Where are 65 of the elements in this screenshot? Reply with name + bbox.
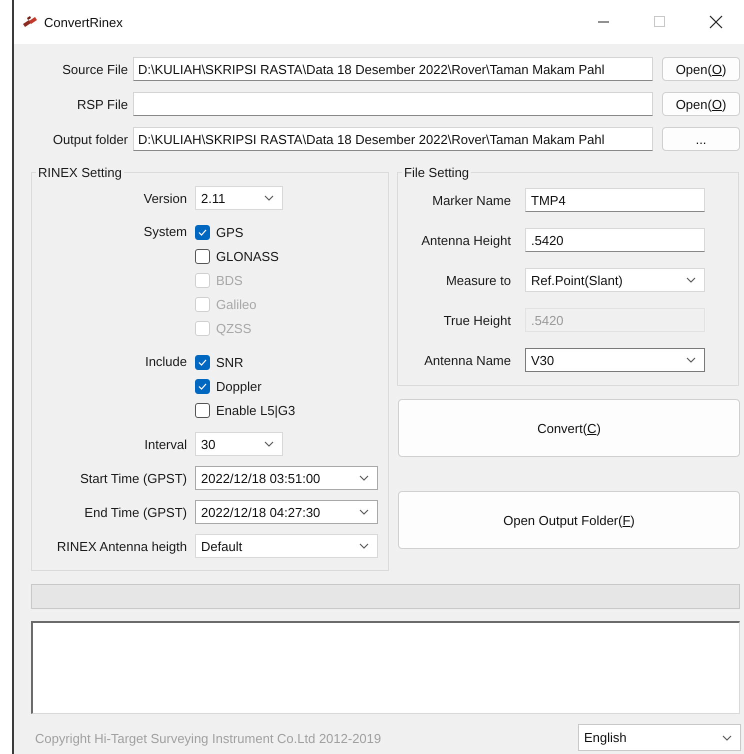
chevron-down-icon xyxy=(359,475,369,481)
dropdown[interactable]: V30 xyxy=(525,348,705,372)
field-label: True Height xyxy=(442,312,511,328)
path-field[interactable]: D:\KULIAH\SKRIPSI RASTA\Data 18 Desember 2022\Rover\Taman Makam Pahl xyxy=(133,127,653,151)
field-label: Antenna Height xyxy=(420,232,511,248)
text-field: .5420 xyxy=(525,308,705,332)
dropdown[interactable]: Default xyxy=(195,534,378,558)
maximize-icon xyxy=(654,16,666,28)
checkbox-label: BDS xyxy=(216,272,243,288)
app-icon xyxy=(22,15,38,29)
chevron-down-icon xyxy=(686,277,696,283)
check-icon xyxy=(198,382,207,390)
text-field[interactable]: TMP4 xyxy=(525,188,705,212)
checkbox-label: SNR xyxy=(216,354,244,370)
checkbox-label: QZSS xyxy=(216,320,252,336)
field-label: Include xyxy=(144,353,187,369)
browse-button[interactable]: ... xyxy=(662,127,740,151)
chevron-down-icon xyxy=(359,543,369,549)
check-icon xyxy=(198,228,207,236)
group-title: File Setting xyxy=(403,165,470,180)
field-label: Interval xyxy=(143,436,187,452)
field-label: System xyxy=(142,223,187,239)
dropdown[interactable]: 2.11 xyxy=(195,186,283,210)
chevron-down-icon xyxy=(264,441,274,447)
browse-button[interactable]: Open(O) xyxy=(662,92,740,116)
field-label: Version xyxy=(142,190,187,206)
checkbox-label: Galileo xyxy=(216,296,256,312)
checkbox[interactable] xyxy=(195,248,210,264)
field-label: Start Time (GPST) xyxy=(79,470,187,486)
language-dropdown[interactable]: English xyxy=(578,724,741,751)
field-label: Source File xyxy=(61,62,129,76)
checkbox-label: GPS xyxy=(216,224,244,240)
field-label: Antenna Name xyxy=(423,352,511,368)
field-label: RINEX Antenna heigth xyxy=(56,538,187,554)
dropdown[interactable]: Ref.Point(Slant) xyxy=(525,268,705,292)
path-field[interactable] xyxy=(133,92,653,116)
action-button[interactable]: Open Output Folder(F) xyxy=(398,491,740,549)
text-field[interactable]: .5420 xyxy=(525,228,705,252)
chevron-down-icon xyxy=(359,509,369,515)
action-button[interactable]: Convert(C) xyxy=(398,399,740,457)
check-icon xyxy=(198,358,207,366)
path-field[interactable]: D:\KULIAH\SKRIPSI RASTA\Data 18 Desember 2022\Rover\Taman Makam Pahl xyxy=(133,57,653,81)
field-label: Measure to xyxy=(444,272,511,288)
browse-button[interactable]: Open(O) xyxy=(662,57,740,81)
chevron-down-icon xyxy=(686,357,696,363)
checkbox[interactable] xyxy=(195,224,210,240)
checkbox-label: Doppler xyxy=(216,378,262,394)
field-label: Marker Name xyxy=(431,192,511,208)
checkbox-label: Enable L5|G3 xyxy=(216,402,296,418)
date-time-picker[interactable]: 2022/12/18 03:51:00 xyxy=(195,466,378,490)
field-label: Output folder xyxy=(52,132,129,146)
window-title: ConvertRinex xyxy=(44,14,123,30)
field-label: RSP File xyxy=(76,96,129,112)
chevron-down-icon xyxy=(264,195,274,201)
checkbox-label: GLONASS xyxy=(216,248,279,264)
field-label: End Time (GPST) xyxy=(83,504,187,520)
copyright-text: Copyright Hi-Target Surveying Instrument Co.Ltd 2012-2019 xyxy=(34,731,382,748)
close-icon xyxy=(709,15,723,29)
checkbox[interactable] xyxy=(195,378,210,394)
date-time-picker[interactable]: 2022/12/18 04:27:30 xyxy=(195,500,378,524)
checkbox[interactable] xyxy=(195,354,210,370)
group-title: RINEX Setting xyxy=(37,165,123,180)
checkbox[interactable] xyxy=(195,402,210,418)
chevron-down-icon xyxy=(722,734,732,740)
dropdown[interactable]: 30 xyxy=(195,432,283,456)
